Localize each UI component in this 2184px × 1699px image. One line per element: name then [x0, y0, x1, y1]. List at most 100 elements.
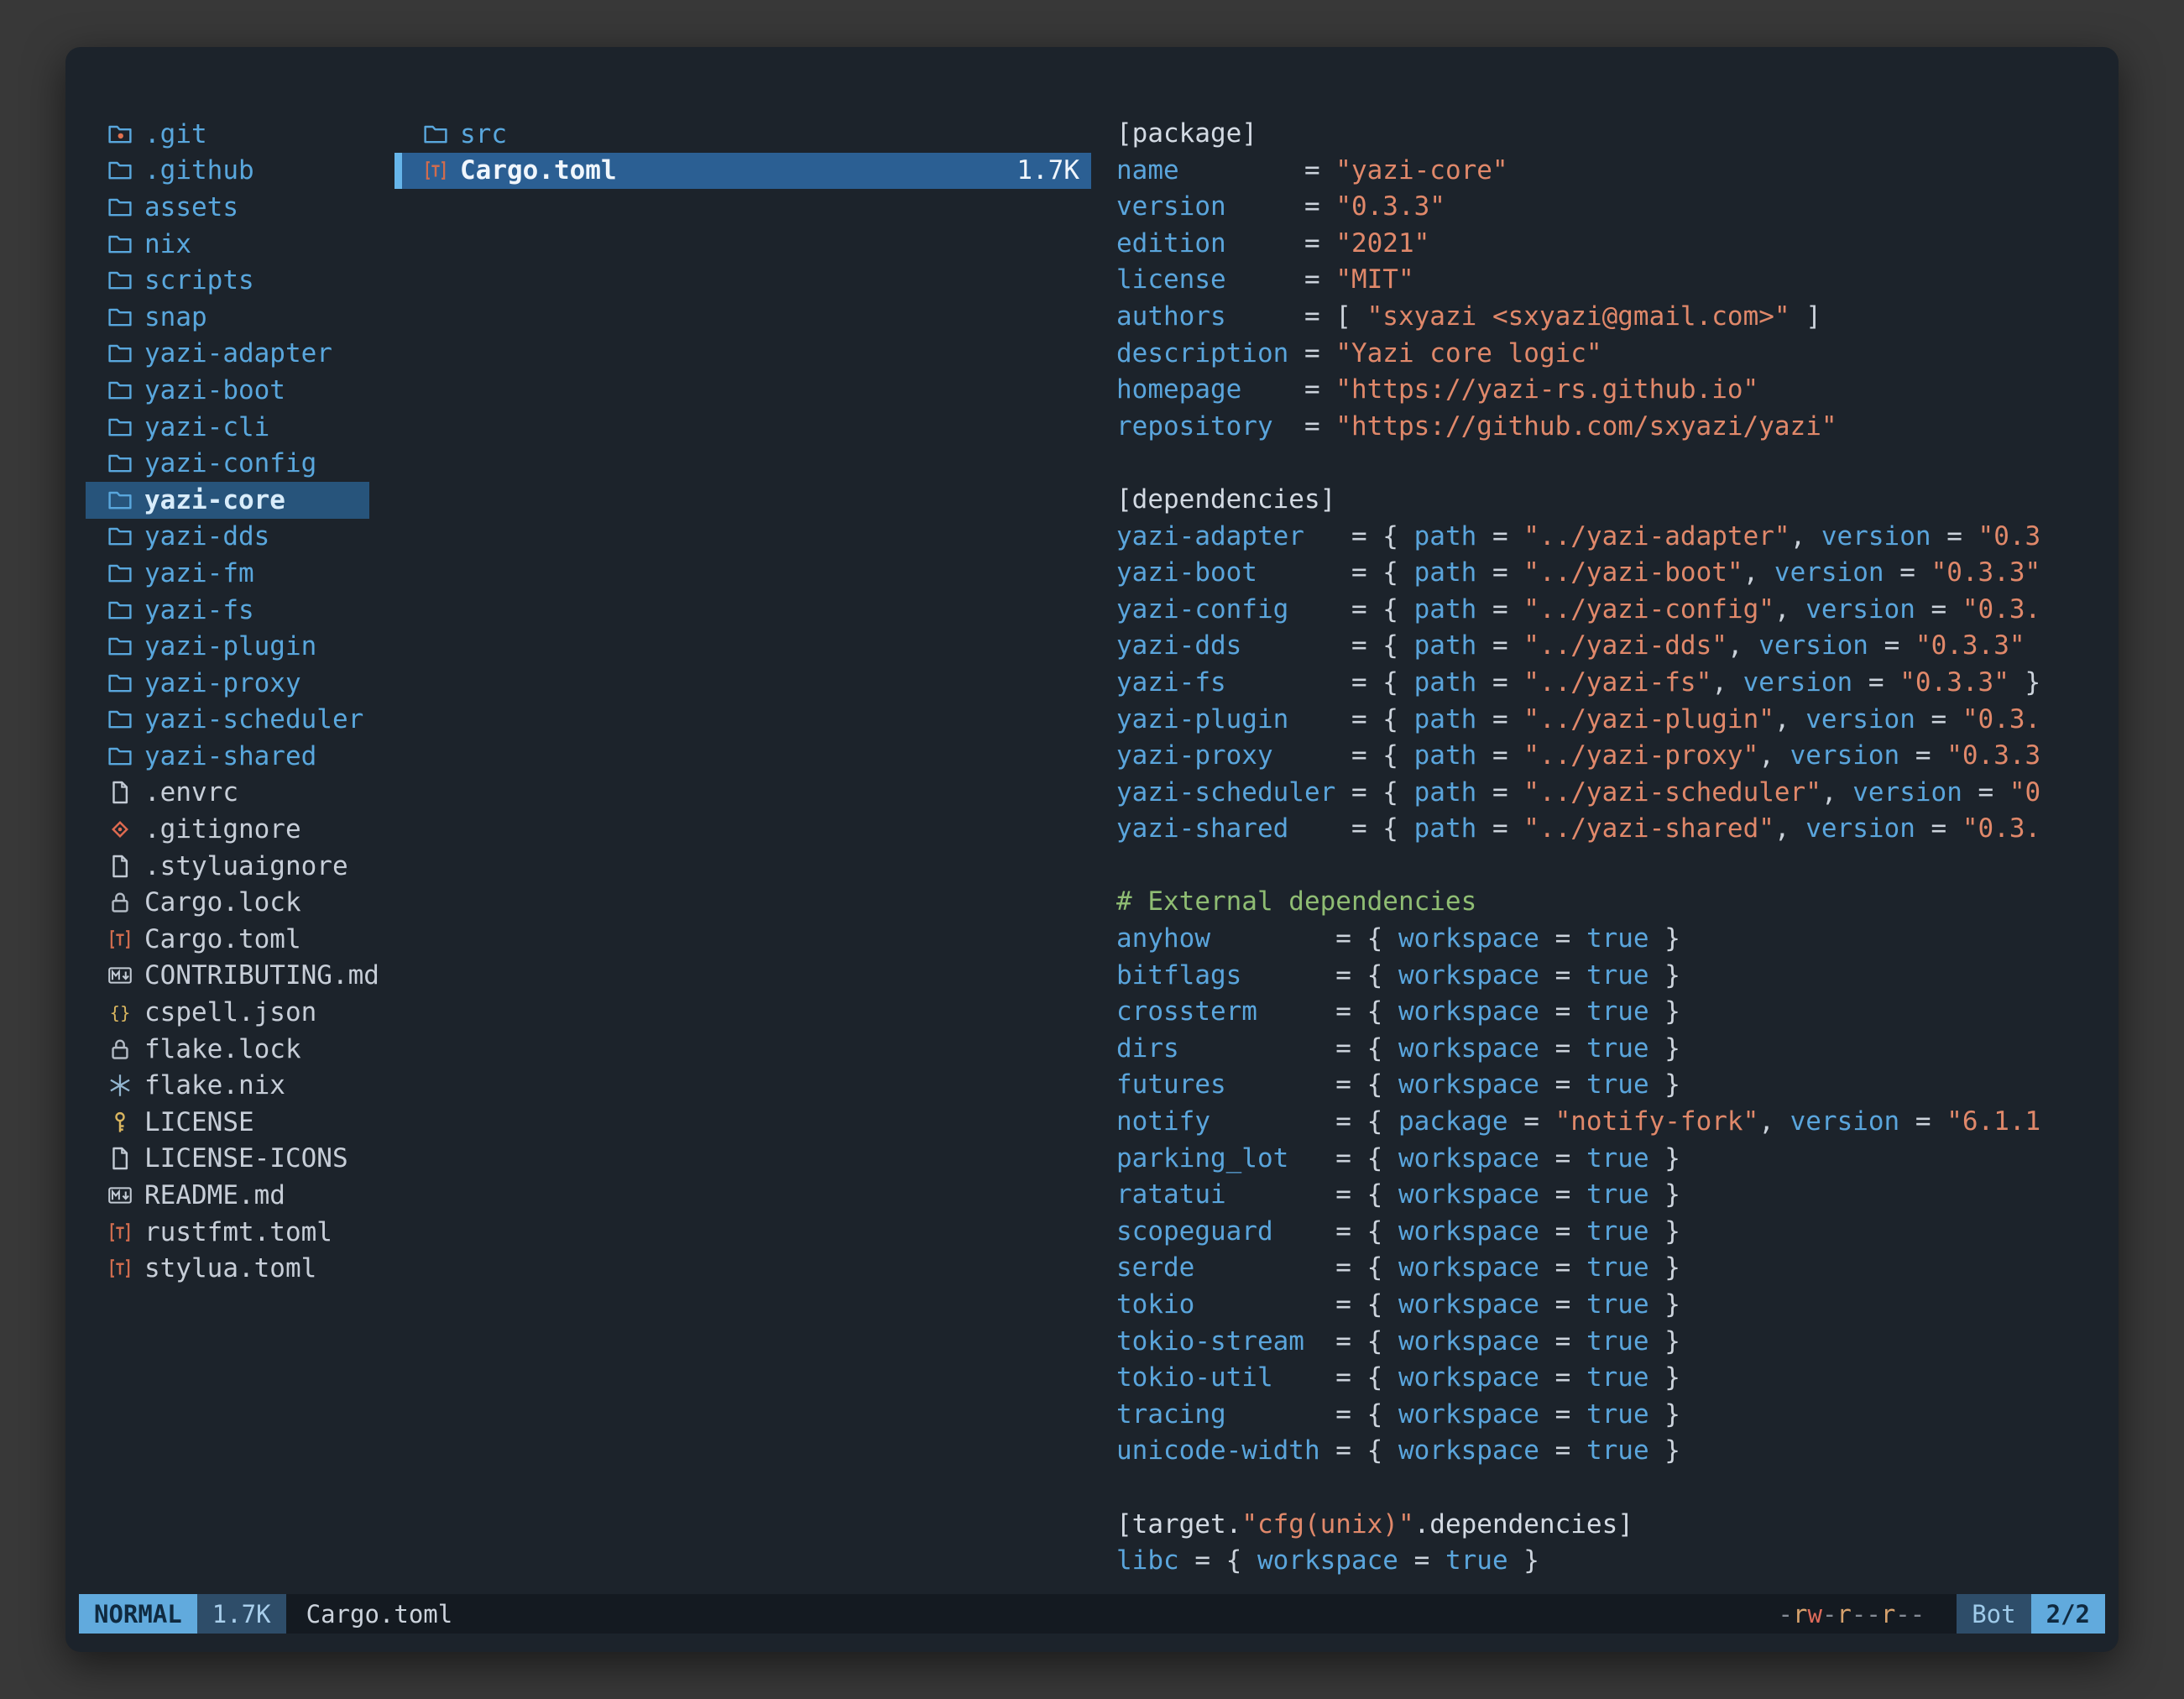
folder-icon — [107, 415, 133, 440]
list-item[interactable]: .git — [86, 116, 369, 153]
list-item[interactable]: assets — [86, 189, 369, 226]
json-icon: {} — [107, 1000, 133, 1025]
list-item[interactable]: yazi-adapter — [86, 336, 369, 373]
preview-line: yazi-boot = { path = "../yazi-boot", ver… — [1116, 555, 2083, 592]
list-item[interactable]: yazi-fm — [86, 555, 369, 592]
list-item[interactable]: .github — [86, 153, 369, 190]
list-item[interactable]: scripts — [86, 262, 369, 299]
mode-badge: NORMAL — [79, 1594, 197, 1634]
file-size: 1.7K — [1016, 155, 1079, 186]
list-item[interactable]: yazi-fs — [86, 592, 369, 629]
list-item[interactable]: .styluaignore — [86, 848, 369, 885]
preview-line: anyhow = { workspace = true } — [1116, 921, 2083, 958]
preview-line: crossterm = { workspace = true } — [1116, 994, 2083, 1031]
file-name: flake.nix — [144, 1070, 285, 1100]
git-icon — [107, 817, 133, 842]
status-bar: NORMAL 1.7K Cargo.toml -rw-r--r-- Bot 2/… — [79, 1594, 2105, 1634]
folder-icon — [423, 122, 448, 147]
preview-line: repository = "https://github.com/sxyazi/… — [1116, 409, 2083, 446]
preview-line: unicode-width = { workspace = true } — [1116, 1433, 2083, 1470]
folder-icon — [107, 232, 133, 257]
preview-line: homepage = "https://yazi-rs.github.io" — [1116, 372, 2083, 409]
list-item[interactable]: .gitignore — [86, 811, 369, 848]
list-item[interactable]: Cargo.lock — [86, 884, 369, 921]
preview-line: [target."cfg(unix)".dependencies] — [1116, 1507, 2083, 1544]
license-icon — [107, 1110, 133, 1135]
file-icon — [107, 1146, 133, 1171]
list-item[interactable]: yazi-core — [86, 482, 369, 519]
lock-icon — [107, 1037, 133, 1062]
preview-line: tokio-stream = { workspace = true } — [1116, 1324, 2083, 1361]
preview-line: parking_lot = { workspace = true } — [1116, 1141, 2083, 1178]
preview-line: yazi-adapter = { path = "../yazi-adapter… — [1116, 519, 2083, 556]
list-item[interactable]: CONTRIBUTING.md — [86, 958, 369, 995]
list-item[interactable]: yazi-dds — [86, 519, 369, 556]
list-item[interactable]: flake.nix — [86, 1067, 369, 1104]
file-name: yazi-cli — [144, 412, 269, 442]
list-item[interactable]: nix — [86, 226, 369, 263]
file-name: yazi-config — [144, 448, 316, 478]
list-item[interactable]: yazi-boot — [86, 372, 369, 409]
list-item[interactable]: Cargo.toml — [86, 921, 369, 958]
file-name: .styluaignore — [144, 851, 348, 881]
preview-line: # External dependencies — [1116, 884, 2083, 921]
file-name: README.md — [144, 1180, 285, 1210]
preview-line: libc = { workspace = true } — [1116, 1543, 2083, 1576]
list-item[interactable]: README.md — [86, 1177, 369, 1214]
list-item[interactable]: yazi-cli — [86, 409, 369, 446]
folder-icon — [107, 158, 133, 183]
list-item[interactable]: src — [394, 116, 1091, 153]
list-item[interactable]: stylua.toml — [86, 1250, 369, 1287]
size-badge: 1.7K — [197, 1594, 286, 1634]
file-name: yazi-proxy — [144, 668, 301, 698]
list-item[interactable]: .envrc — [86, 775, 369, 812]
current-pane: srcCargo.toml 1.7K — [394, 116, 1091, 189]
folder-icon — [107, 305, 133, 330]
preview-line: tokio-util = { workspace = true } — [1116, 1360, 2083, 1397]
list-item[interactable]: yazi-shared — [86, 738, 369, 775]
file-name: stylua.toml — [144, 1253, 316, 1283]
preview-line: notify = { package = "notify-fork", vers… — [1116, 1104, 2083, 1141]
preview-pane: [package]name = "yazi-core"version = "0.… — [1116, 116, 2083, 1576]
file-name: cspell.json — [144, 997, 316, 1027]
preview-line: ratatui = { workspace = true } — [1116, 1177, 2083, 1214]
file-name: yazi-shared — [144, 741, 316, 771]
filename-label: Cargo.toml — [306, 1594, 453, 1634]
folder-icon — [107, 378, 133, 403]
file-icon — [107, 854, 133, 879]
file-name: Cargo.toml — [144, 924, 301, 954]
preview-line — [1116, 445, 2083, 482]
list-item[interactable]: yazi-plugin — [86, 628, 369, 665]
preview-line: futures = { workspace = true } — [1116, 1067, 2083, 1104]
list-item[interactable]: LICENSE-ICONS — [86, 1141, 369, 1178]
file-name: .git — [144, 119, 207, 149]
list-item[interactable]: Cargo.toml 1.7K — [394, 153, 1091, 190]
list-item[interactable]: flake.lock — [86, 1031, 369, 1068]
file-name: yazi-adapter — [144, 338, 332, 369]
list-item[interactable]: {} cspell.json — [86, 994, 369, 1031]
list-item[interactable]: snap — [86, 299, 369, 336]
file-name: LICENSE — [144, 1107, 254, 1137]
file-icon — [107, 780, 133, 805]
folder-icon — [107, 598, 133, 623]
file-name: Cargo.toml — [460, 155, 617, 186]
toml-icon — [107, 1256, 133, 1281]
folder-icon — [107, 707, 133, 732]
preview-line: tracing = { workspace = true } — [1116, 1397, 2083, 1434]
counter-badge: 2/2 — [2031, 1594, 2105, 1634]
preview-line: version = "0.3.3" — [1116, 189, 2083, 226]
preview-line: [dependencies] — [1116, 482, 2083, 519]
file-name: .envrc — [144, 777, 238, 808]
preview-line: yazi-shared = { path = "../yazi-shared",… — [1116, 811, 2083, 848]
list-item[interactable]: yazi-scheduler — [86, 702, 369, 739]
markdown-icon — [107, 1183, 133, 1208]
file-name: .github — [144, 155, 254, 186]
list-item[interactable]: yazi-proxy — [86, 665, 369, 702]
list-item[interactable]: yazi-config — [86, 445, 369, 482]
folder-icon — [107, 671, 133, 696]
preview-line: yazi-scheduler = { path = "../yazi-sched… — [1116, 775, 2083, 812]
file-name: yazi-dds — [144, 521, 269, 552]
list-item[interactable]: rustfmt.toml — [86, 1214, 369, 1251]
toml-icon — [107, 1220, 133, 1245]
list-item[interactable]: LICENSE — [86, 1104, 369, 1141]
